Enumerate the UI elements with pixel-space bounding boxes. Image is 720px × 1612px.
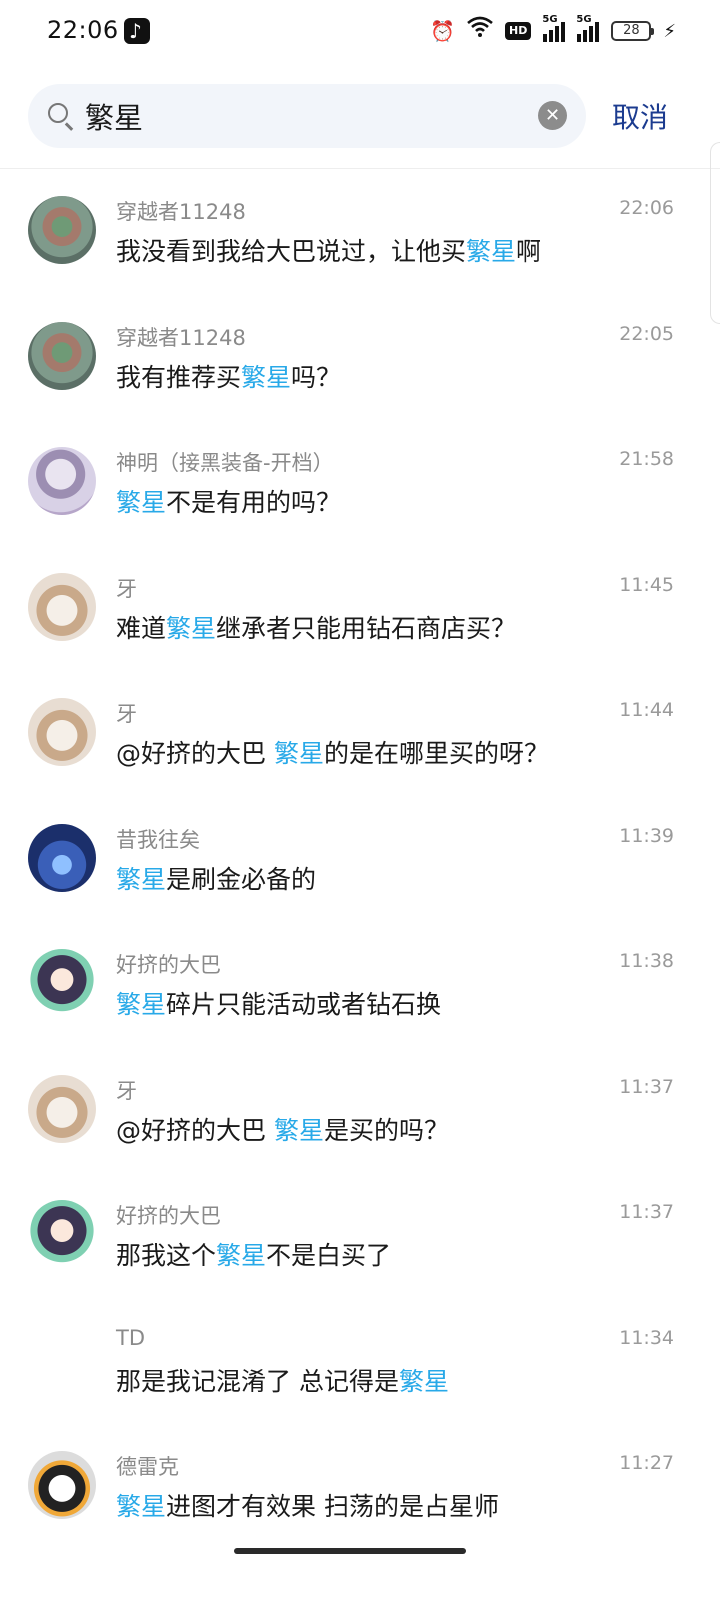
keyword-highlight: 繁星 [116,864,167,894]
message-time: 11:39 [619,824,674,847]
message-time: 22:06 [619,197,674,219]
message-text-after: 的是在哪里买的呀？ [323,739,549,768]
message-text-after: 进图才有效果 扫荡的是占星师 [166,1492,499,1521]
keyword-highlight: 繁星 [216,1241,267,1270]
list-item[interactable]: 昔我往矣 11:39 繁星是刷金必备的 [0,798,720,924]
hd-voice-icon: HD [505,22,532,40]
cancel-button[interactable]: 取消 [612,96,668,136]
message-text: @好挤的大巴 繁星的是在哪里买的呀？ [116,734,549,770]
message-text-before: @好挤的大巴 [116,739,274,768]
message-time: 21:58 [619,448,674,470]
list-item[interactable]: 牙 11:45 难道繁星继承者只能用钻石商店买？ [0,547,720,673]
keyword-highlight: 繁星 [466,237,517,266]
message-text: 繁星进图才有效果 扫荡的是占星师 [116,1487,499,1523]
message-text: 那我这个繁星不是白买了 [116,1236,391,1272]
status-bar: 22:06 ⏰ HD 5G 5G 28 ⚡ [0,0,720,64]
message-text: 那是我记混淆了 总记得是繁星 [116,1362,449,1398]
sender-name: 好挤的大巴 [116,1204,221,1228]
search-icon [48,103,68,123]
sender-name: 昔我往矣 [116,827,200,852]
divider [0,168,720,169]
clock: 22:06 [47,16,119,44]
message-text: 繁星碎片只能活动或者钻石换 [116,985,441,1021]
avatar[interactable] [28,321,96,390]
message-time: 11:37 [619,1201,674,1223]
avatar[interactable] [28,196,96,264]
message-time: 11:27 [619,1452,674,1474]
avatar[interactable] [28,698,96,766]
avatar[interactable] [28,823,96,892]
avatar[interactable] [28,1451,96,1519]
list-item[interactable]: 牙 11:44 @好挤的大巴 繁星的是在哪里买的呀？ [0,672,720,798]
list-item[interactable]: 牙 11:37 @好挤的大巴 繁星是买的吗？ [0,1049,720,1175]
message-time: 11:44 [619,699,674,721]
signal-icon-sim2: 5G [576,14,600,42]
tiktok-notification-icon [124,18,150,44]
keyword-highlight: 繁星 [166,613,217,643]
sender-name: TD [116,1325,145,1350]
list-item[interactable]: 神明（接黑装备-开档） 21:58 繁星不是有用的吗？ [0,421,720,547]
message-text-before: 我有推荐买 [116,362,242,392]
sender-name: 德雷克 [116,1455,179,1479]
keyword-highlight: 繁星 [116,1492,167,1521]
message-text-after: 继承者只能用钻石商店买？ [216,613,517,643]
sender-name: 牙 [116,576,137,601]
avatar[interactable] [28,447,96,515]
charging-icon: ⚡ [663,20,676,42]
message-text-after: 不是有用的吗？ [166,488,342,517]
message-text: 繁星是刷金必备的 [116,860,316,896]
sender-name: 好挤的大巴 [116,953,221,977]
keyword-highlight: 繁星 [116,488,167,517]
message-text: @好挤的大巴 繁星是买的吗？ [116,1111,449,1147]
avatar[interactable] [28,1200,96,1268]
wifi-icon [467,16,493,46]
battery-icon: 28 [611,21,655,41]
message-text-after: 不是白买了 [266,1241,392,1270]
message-time: 11:38 [619,950,674,972]
keyword-highlight: 繁星 [398,1366,449,1396]
signal-icon-sim1: 5G [542,14,566,42]
sender-name: 牙 [116,702,137,726]
list-item[interactable]: 好挤的大巴 11:37 那我这个繁星不是白买了 [0,1174,720,1300]
message-time: 22:05 [619,322,674,345]
message-text-before: @好挤的大巴 [116,1115,274,1145]
search-input[interactable] [85,93,515,139]
sender-name: 牙 [116,1078,137,1103]
sender-name: 神明（接黑装备-开档） [116,451,334,475]
message-text-after: 是刷金必备的 [166,864,317,894]
clear-icon[interactable]: ✕ [538,101,567,130]
list-item[interactable]: 德雷克 11:27 繁星进图才有效果 扫荡的是占星师 [0,1425,720,1551]
status-icons: ⏰ HD 5G 5G 28 ⚡ [430,14,676,46]
message-text-before: 那我这个 [116,1241,217,1270]
message-text: 我没看到我给大巴说过，让他买繁星啊 [116,232,541,268]
sender-name: 穿越者11248 [116,325,246,350]
message-time: 11:34 [619,1326,674,1349]
message-text: 我有推荐买繁星吗？ [116,358,341,394]
message-text-before: 我没看到我给大巴说过，让他买 [116,237,467,266]
alarm-icon: ⏰ [430,19,456,43]
keyword-highlight: 繁星 [273,739,324,768]
keyword-highlight: 繁星 [273,1115,324,1145]
sender-name: 穿越者11248 [116,200,246,224]
message-text: 难道繁星继承者只能用钻石商店买？ [116,609,516,645]
message-time: 11:37 [619,1075,674,1098]
message-text-after: 是买的吗？ [323,1115,449,1145]
list-item[interactable]: 穿越者11248 22:05 我有推荐买繁星吗？ [0,296,720,422]
home-indicator[interactable] [234,1548,466,1554]
avatar[interactable] [28,1074,96,1143]
list-item[interactable]: 穿越者11248 22:06 我没看到我给大巴说过，让他买繁星啊 [0,170,720,296]
message-text-before: 难道 [116,613,167,643]
message-text-before: 那是我记混淆了 总记得是 [116,1366,399,1396]
message-text: 繁星不是有用的吗？ [116,483,341,519]
message-time: 11:45 [619,573,674,596]
keyword-highlight: 繁星 [241,362,292,392]
message-text-after: 啊 [516,237,542,266]
avatar[interactable] [28,572,96,641]
message-text-after: 碎片只能活动或者钻石换 [166,990,442,1019]
avatar[interactable] [28,949,96,1017]
list-item[interactable]: TD 11:34 那是我记混淆了 总记得是繁星 [0,1300,720,1426]
message-text-after: 吗？ [291,362,342,392]
keyword-highlight: 繁星 [116,990,167,1019]
list-item[interactable]: 好挤的大巴 11:38 繁星碎片只能活动或者钻石换 [0,923,720,1049]
